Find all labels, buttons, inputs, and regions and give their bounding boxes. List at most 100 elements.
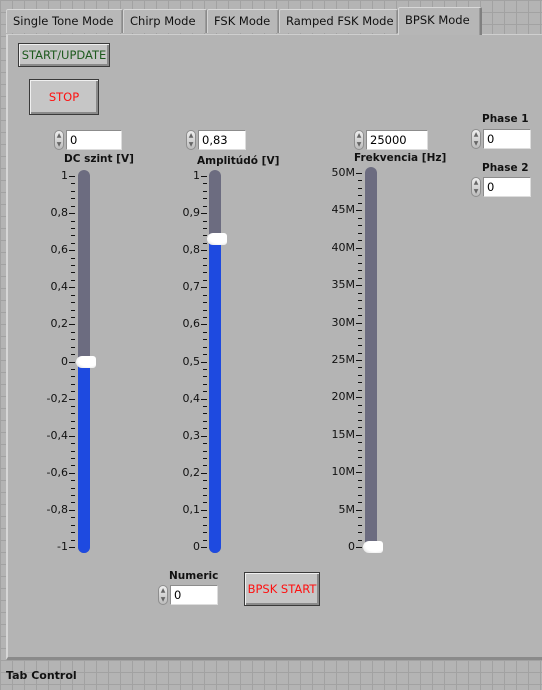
minor-tick <box>203 532 207 534</box>
phase2-label: Phase 2 <box>482 162 529 174</box>
minor-tick <box>358 225 362 227</box>
tick-label: 25M <box>331 353 356 366</box>
minor-tick <box>203 465 207 467</box>
minor-tick <box>358 262 362 264</box>
tab-bpsk-mode[interactable]: BPSK Mode <box>398 7 482 35</box>
slider-thumb[interactable] <box>76 355 96 368</box>
minor-tick <box>203 457 207 459</box>
tick-label: 0 <box>348 540 355 553</box>
start-update-button[interactable]: START/UPDATE <box>18 43 110 67</box>
stop-label: STOP <box>48 90 80 104</box>
slider-track[interactable] <box>209 170 221 553</box>
tab-ramped-fsk-mode[interactable]: Ramped FSK Mode <box>279 9 398 33</box>
minor-tick <box>203 235 207 237</box>
major-tick <box>356 322 362 324</box>
minor-tick <box>203 502 207 504</box>
stop-button[interactable]: STOP <box>29 79 99 115</box>
minor-tick <box>358 389 362 391</box>
tick-label: 1 <box>61 169 68 182</box>
minor-tick <box>71 457 75 459</box>
dc-level-spinner[interactable]: ▲ ▼ <box>54 130 64 150</box>
major-tick <box>69 435 75 437</box>
phase1-spinner[interactable]: ▲ ▼ <box>471 129 481 149</box>
minor-tick <box>71 316 75 318</box>
minor-tick <box>358 382 362 384</box>
minor-tick <box>71 368 75 370</box>
major-tick <box>69 398 75 400</box>
minor-tick <box>358 240 362 242</box>
tick-label: 0,7 <box>182 280 201 294</box>
minor-tick <box>203 220 207 222</box>
major-tick <box>69 324 75 326</box>
minor-tick <box>203 495 207 497</box>
frequency-input[interactable]: 25000 <box>366 130 428 150</box>
minor-tick <box>71 383 75 385</box>
tick-label: -0,8 <box>46 502 68 516</box>
minor-tick <box>71 294 75 296</box>
minor-tick <box>71 183 75 185</box>
major-tick <box>69 472 75 474</box>
major-tick <box>201 361 207 363</box>
minor-tick <box>358 494 362 496</box>
tick-label: 1 <box>193 169 200 182</box>
minor-tick <box>358 345 362 347</box>
major-tick <box>69 509 75 511</box>
slider-track[interactable] <box>365 167 377 553</box>
minor-tick <box>358 532 362 534</box>
phase2-input[interactable]: 0 <box>483 177 531 197</box>
major-tick <box>201 250 207 252</box>
slider-thumb[interactable] <box>207 233 227 246</box>
minor-tick <box>71 406 75 408</box>
minor-tick <box>71 480 75 482</box>
tab-fsk-mode[interactable]: FSK Mode <box>207 9 279 33</box>
frequency-label: Frekvencia [Hz] <box>354 152 447 164</box>
minor-tick <box>358 315 362 317</box>
minor-tick <box>203 205 207 207</box>
minor-tick <box>203 413 207 415</box>
tick-label: 5M <box>338 502 356 516</box>
minor-tick <box>358 412 362 414</box>
bpsk-start-button[interactable]: BPSK START <box>244 572 320 606</box>
tab-chirp-mode[interactable]: Chirp Mode <box>123 9 207 33</box>
tick-label: 30M <box>331 315 356 329</box>
minor-tick <box>358 457 362 459</box>
tick-label: 0,8 <box>182 243 201 257</box>
slider-thumb[interactable] <box>363 540 383 553</box>
major-tick <box>69 250 75 252</box>
minor-tick <box>203 354 207 356</box>
minor-tick <box>358 232 362 234</box>
minor-tick <box>358 539 362 541</box>
minor-tick <box>71 420 75 422</box>
major-tick <box>356 434 362 436</box>
numeric-spinner[interactable]: ▲ ▼ <box>158 585 168 605</box>
amplitude-spinner[interactable]: ▲ ▼ <box>186 130 196 150</box>
phase1-input[interactable]: 0 <box>483 129 531 149</box>
minor-tick <box>203 428 207 430</box>
minor-tick <box>71 532 75 534</box>
major-tick <box>356 397 362 399</box>
minor-tick <box>358 255 362 257</box>
tick-label: 50M <box>331 166 356 179</box>
minor-tick <box>358 270 362 272</box>
bpsk-start-label: BPSK START <box>247 582 317 596</box>
major-tick <box>356 509 362 511</box>
start-update-label: START/UPDATE <box>21 48 107 62</box>
tick-label: 0 <box>193 540 200 553</box>
tick-label: 0,2 <box>182 465 201 479</box>
minor-tick <box>203 517 207 519</box>
dc-level-input[interactable]: 0 <box>66 130 122 150</box>
dc-level-label: DC szint [V] <box>64 153 134 165</box>
tick-label: 0 <box>61 354 68 368</box>
frequency-spinner[interactable]: ▲ ▼ <box>354 130 364 150</box>
tick-label: 10M <box>331 465 356 479</box>
amplitude-input[interactable]: 0,83 <box>198 130 246 150</box>
minor-tick <box>203 279 207 281</box>
tab-single-tone-mode[interactable]: Single Tone Mode <box>6 9 123 33</box>
minor-tick <box>203 383 207 385</box>
major-tick <box>356 173 362 174</box>
phase2-spinner[interactable]: ▲ ▼ <box>471 177 481 197</box>
tick-label: 0,6 <box>182 317 201 331</box>
minor-tick <box>203 346 207 348</box>
numeric-input[interactable]: 0 <box>170 585 218 605</box>
major-tick <box>201 213 207 215</box>
